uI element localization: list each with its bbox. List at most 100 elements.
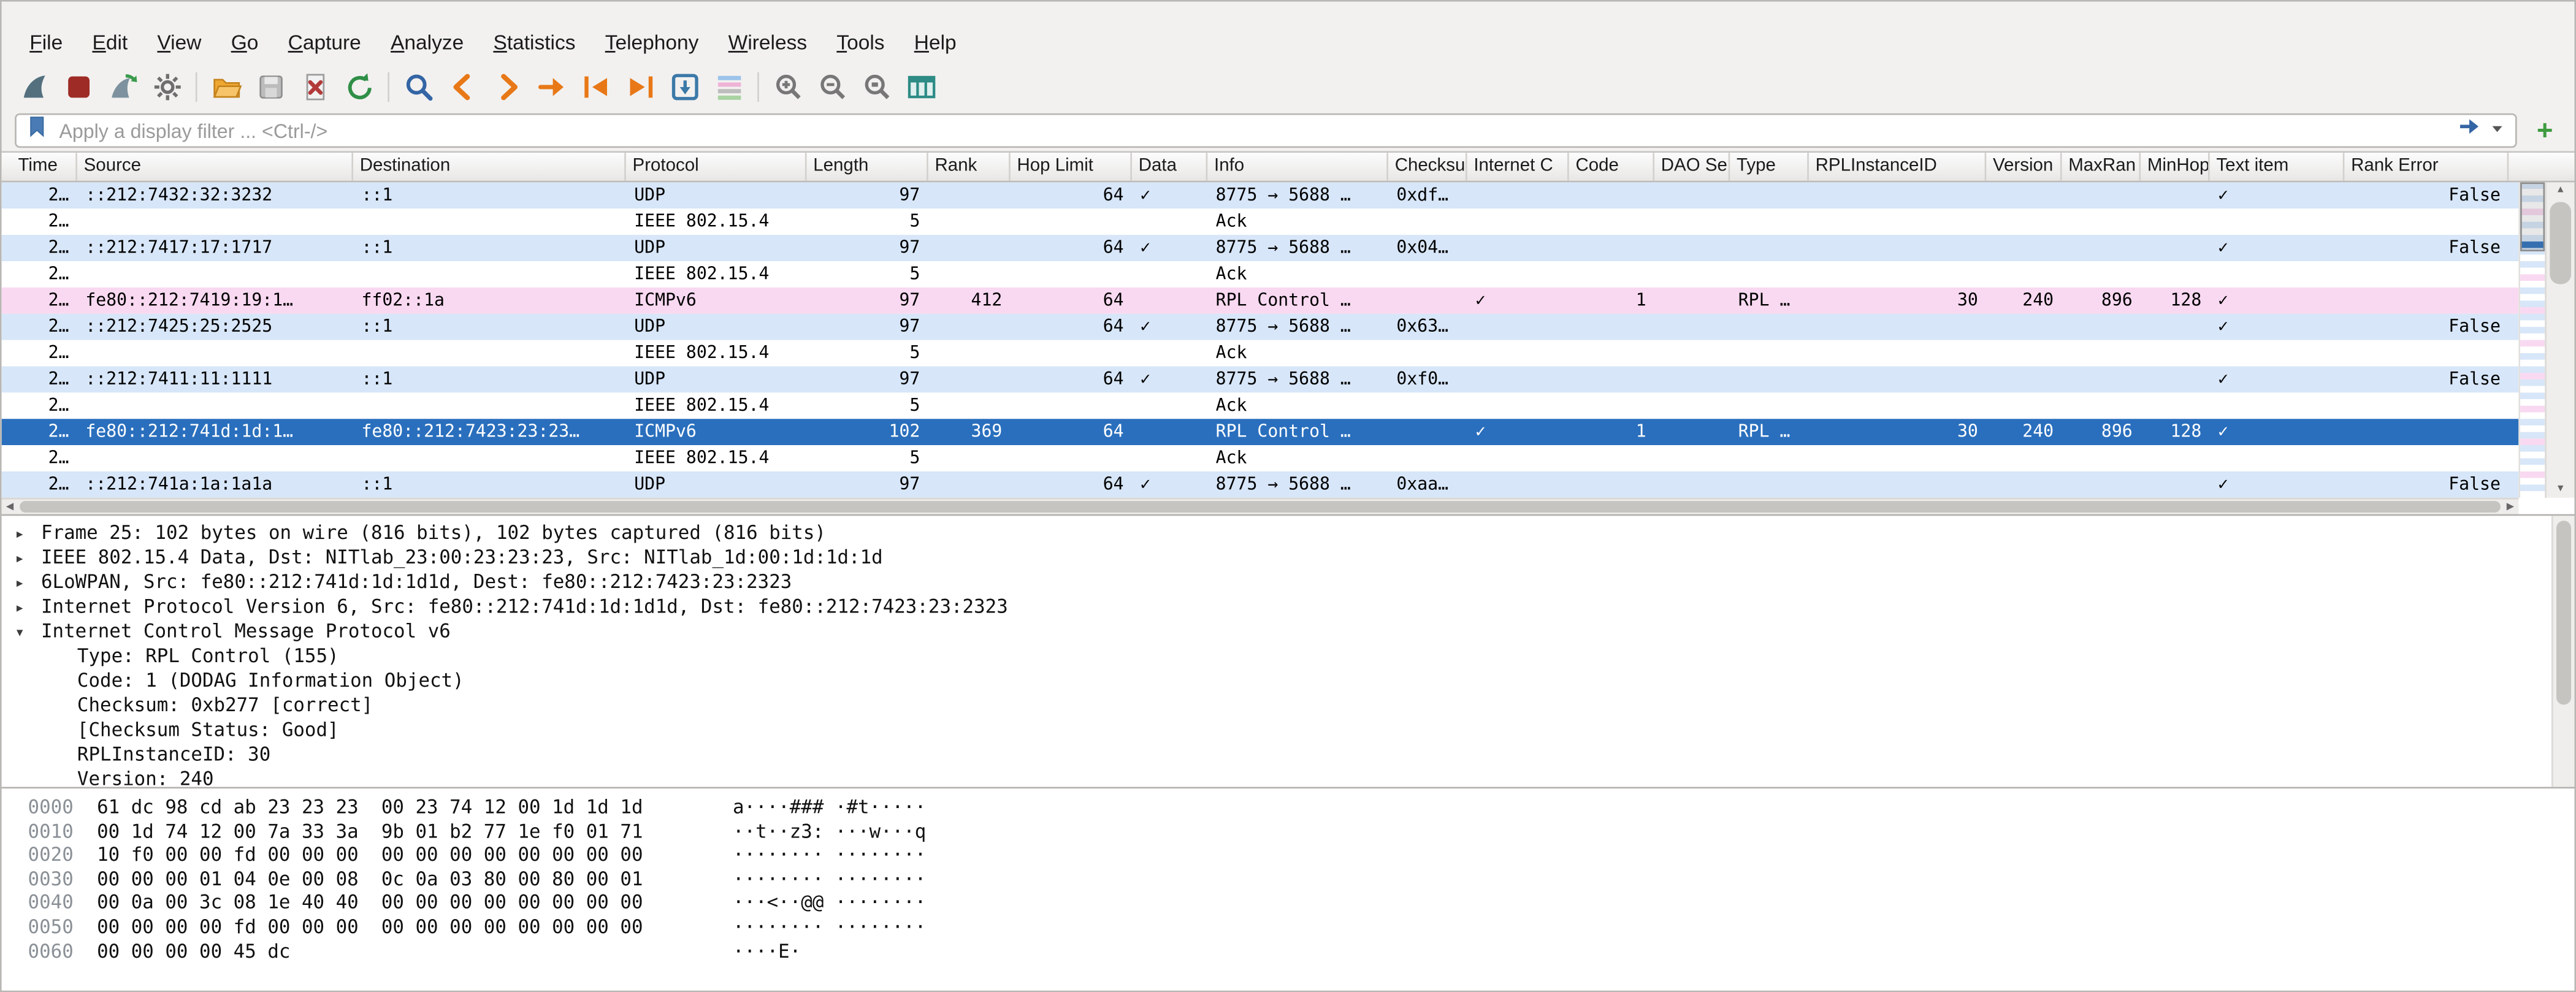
packet-list-vscrollbar[interactable]: ▲ ▼ bbox=[2518, 182, 2575, 498]
hex-line[interactable]: 0040 00 0a 00 3c 08 1e 40 40 00 00 00 00 … bbox=[2, 891, 2575, 915]
detail-line[interactable]: ▾ Internet Control Message Protocol v6 bbox=[2, 619, 2575, 644]
column-header-time[interactable]: Time bbox=[12, 153, 77, 181]
packet-row[interactable]: 2… IEEE 802.15.4 5 Ack bbox=[1, 261, 2519, 288]
column-header-destination[interactable]: Destination bbox=[353, 153, 626, 181]
hscroll-handle[interactable] bbox=[20, 501, 2501, 513]
vscroll-track[interactable]: ▲ ▼ bbox=[2545, 182, 2575, 498]
menu-item-capture[interactable]: Capture bbox=[273, 26, 376, 59]
detail-line[interactable]: Code: 1 (DODAG Information Object) bbox=[2, 668, 2575, 693]
menu-item-wireless[interactable]: Wireless bbox=[714, 26, 822, 59]
column-header-length[interactable]: Length bbox=[807, 153, 928, 181]
go-forward-button[interactable] bbox=[484, 66, 529, 109]
detail-line[interactable]: ▸ Frame 25: 102 bytes on wire (816 bits),… bbox=[2, 521, 2575, 545]
open-file-button[interactable] bbox=[204, 66, 248, 109]
detail-line[interactable]: Type: RPL Control (155) bbox=[2, 644, 2575, 668]
start-capture-button[interactable] bbox=[12, 66, 56, 109]
column-header-hop_limit[interactable]: Hop Limit bbox=[1011, 153, 1133, 181]
scroll-left-icon[interactable]: ◀ bbox=[2, 501, 18, 513]
detail-line[interactable]: ▸ IEEE 802.15.4 Data, Dst: NITlab_23:00:2… bbox=[2, 546, 2575, 570]
column-header-source[interactable]: Source bbox=[77, 153, 354, 181]
detail-line[interactable]: RPLInstanceID: 30 bbox=[2, 742, 2575, 767]
column-header-internet_c[interactable]: Internet C bbox=[1467, 153, 1569, 181]
detail-line[interactable]: Checksum: 0xb277 [correct] bbox=[2, 693, 2575, 718]
reload-file-button[interactable] bbox=[337, 66, 381, 109]
packet-row-selected[interactable]: 2… fe80::212:741d:1d:1… fe80::212:7423:23:… bbox=[1, 419, 2519, 446]
collapse-arrow-icon[interactable]: ▾ bbox=[15, 621, 41, 646]
menu-item-help[interactable]: Help bbox=[900, 26, 971, 59]
packet-row[interactable]: 2… fe80::212:7419:19:1… ff02::1a ICMPv6 97 41… bbox=[1, 287, 2519, 314]
column-header-version[interactable]: Version bbox=[1986, 153, 2062, 181]
menu-item-file[interactable]: File bbox=[15, 26, 77, 59]
minimap-viewport[interactable] bbox=[2520, 182, 2545, 251]
packet-list-hscrollbar[interactable]: ◀ ▶ bbox=[1, 497, 2519, 514]
column-header-rank[interactable]: Rank bbox=[928, 153, 1011, 181]
packet-row[interactable]: 2…::212:7411:11:1111::1 UDP 97 64 ✓ 8775 → 56… bbox=[1, 366, 2519, 393]
menu-item-statistics[interactable]: Statistics bbox=[478, 26, 590, 59]
detail-line[interactable]: Version: 240 bbox=[2, 767, 2575, 787]
menu-item-edit[interactable]: Edit bbox=[77, 26, 142, 59]
scroll-right-icon[interactable]: ▶ bbox=[2502, 501, 2519, 513]
zoom-in-button[interactable] bbox=[766, 66, 810, 109]
details-scrollbar[interactable] bbox=[2551, 516, 2575, 787]
scroll-down-icon[interactable]: ▼ bbox=[2547, 481, 2575, 498]
go-back-button[interactable] bbox=[440, 66, 484, 109]
scroll-up-icon[interactable]: ▲ bbox=[2547, 182, 2575, 199]
packet-row[interactable]: 2…::212:7417:17:1717::1 UDP 97 64 ✓ 8775 → 56… bbox=[1, 235, 2519, 262]
go-last-packet-button[interactable] bbox=[617, 66, 662, 109]
expand-arrow-icon[interactable]: ▸ bbox=[15, 571, 41, 596]
menu-item-telephony[interactable]: Telephony bbox=[590, 26, 714, 59]
menu-item-view[interactable]: View bbox=[142, 26, 216, 59]
column-header-data[interactable]: Data bbox=[1132, 153, 1208, 181]
packet-row[interactable]: 2…::212:7425:25:2525::1 UDP 97 64 ✓ 8775 → 56… bbox=[1, 313, 2519, 340]
close-file-button[interactable] bbox=[292, 66, 337, 109]
hex-line[interactable]: 0030 00 00 00 01 04 0e 00 08 0c 0a 03 80 … bbox=[2, 867, 2575, 891]
bookmark-icon[interactable] bbox=[25, 113, 49, 148]
packet-row[interactable]: 2… IEEE 802.15.4 5 Ack bbox=[1, 340, 2519, 367]
find-packet-button[interactable] bbox=[396, 66, 440, 109]
auto-scroll-button[interactable] bbox=[662, 66, 706, 109]
detail-line[interactable]: ▸ 6LoWPAN, Src: fe80::212:741d:1d:1d1d, D… bbox=[2, 570, 2575, 595]
column-header-code[interactable]: Code bbox=[1569, 153, 1655, 181]
column-header-dao_se[interactable]: DAO Se bbox=[1654, 153, 1730, 181]
menu-item-tools[interactable]: Tools bbox=[822, 26, 899, 59]
column-header-minhop[interactable]: MinHop bbox=[2141, 153, 2210, 181]
save-file-button[interactable] bbox=[248, 66, 292, 109]
packet-row[interactable]: 2…::212:7432:32:3232::1 UDP 97 64 ✓ 8775 → 56… bbox=[1, 182, 2519, 209]
vscroll-handle[interactable] bbox=[2550, 202, 2572, 284]
column-header-checksum[interactable]: Checksu bbox=[1388, 153, 1467, 181]
packet-row[interactable]: 2… IEEE 802.15.4 5 Ack bbox=[1, 445, 2519, 471]
zoom-out-button[interactable] bbox=[810, 66, 854, 109]
hex-line[interactable]: 0050 00 00 00 00 fd 00 00 00 00 00 00 00 … bbox=[2, 915, 2575, 939]
packet-row[interactable]: 2… IEEE 802.15.4 5 Ack bbox=[1, 208, 2519, 235]
column-header-rpl_instance_id[interactable]: RPLInstanceID bbox=[1809, 153, 1987, 181]
hex-line[interactable]: 0020 10 f0 00 00 fd 00 00 00 00 00 00 00 … bbox=[2, 843, 2575, 867]
go-to-packet-button[interactable] bbox=[529, 66, 573, 109]
packet-row[interactable]: 2… IEEE 802.15.4 5 Ack bbox=[1, 392, 2519, 419]
expand-arrow-icon[interactable]: ▸ bbox=[15, 522, 41, 547]
restart-capture-button[interactable] bbox=[100, 66, 144, 109]
menu-item-analyze[interactable]: Analyze bbox=[376, 26, 478, 59]
filter-dropdown-caret-icon[interactable] bbox=[2487, 116, 2507, 145]
colorize-button[interactable] bbox=[706, 66, 751, 109]
column-header-text_item[interactable]: Text item bbox=[2210, 153, 2345, 181]
hex-line[interactable]: 0010 00 1d 74 12 00 7a 33 3a 9b 01 b2 77 … bbox=[2, 819, 2575, 843]
column-header-rank_error[interactable]: Rank Error bbox=[2344, 153, 2509, 181]
hex-line[interactable]: 0000 61 dc 98 cd ab 23 23 23 00 23 74 12 … bbox=[2, 795, 2575, 819]
hex-line[interactable]: 0060 00 00 00 00 45 dc ····E· bbox=[2, 939, 2575, 963]
expand-arrow-icon[interactable]: ▸ bbox=[15, 597, 41, 621]
packet-row[interactable]: 2…::212:741a:1a:1a1a::1 UDP 97 64 ✓ 8775 → 56… bbox=[1, 471, 2519, 498]
display-filter-input[interactable]: Apply a display filter ... <Ctrl-/> bbox=[15, 113, 2517, 148]
go-first-packet-button[interactable] bbox=[573, 66, 617, 109]
zoom-original-button[interactable] bbox=[854, 66, 898, 109]
column-header-protocol[interactable]: Protocol bbox=[626, 153, 807, 181]
details-scroll-handle[interactable] bbox=[2556, 521, 2572, 705]
resize-columns-button[interactable] bbox=[899, 66, 943, 109]
menu-item-go[interactable]: Go bbox=[216, 26, 273, 59]
capture-options-button[interactable] bbox=[145, 66, 189, 109]
detail-line[interactable]: ▸ Internet Protocol Version 6, Src: fe80:… bbox=[2, 595, 2575, 619]
add-filter-button[interactable]: + bbox=[2528, 114, 2561, 147]
expand-arrow-icon[interactable]: ▸ bbox=[15, 547, 41, 571]
apply-filter-arrow-icon[interactable] bbox=[2456, 113, 2483, 148]
packet-minimap[interactable] bbox=[2518, 182, 2545, 498]
column-header-type[interactable]: Type bbox=[1730, 153, 1809, 181]
